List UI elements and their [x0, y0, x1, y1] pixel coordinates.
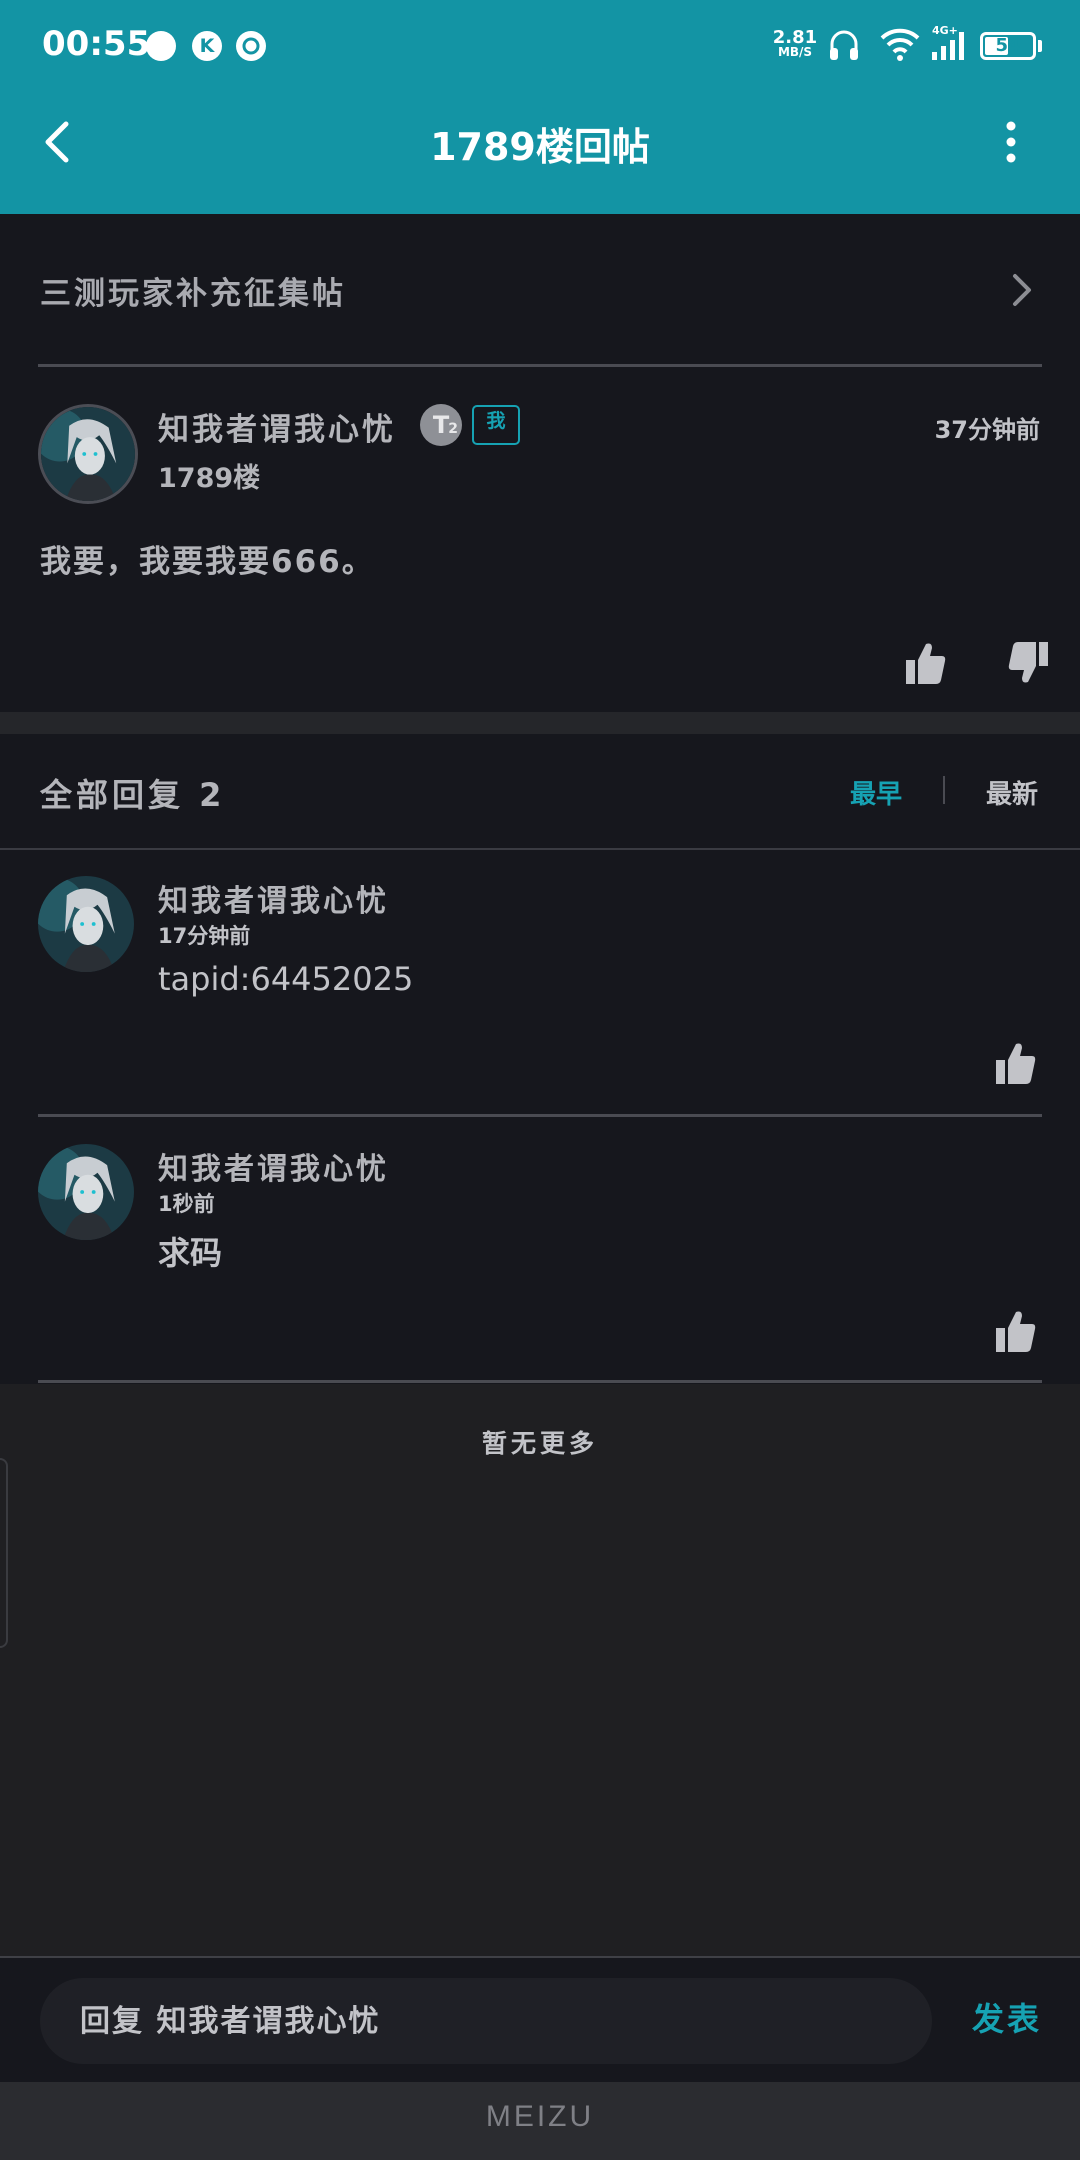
- reply-time: 17分钟前: [158, 924, 251, 948]
- me-tag: 我: [472, 405, 520, 445]
- avatar-image: [38, 1144, 134, 1240]
- thumbs-up-icon: [996, 1311, 1036, 1352]
- headphones-icon: [828, 28, 860, 68]
- like-button[interactable]: [904, 640, 948, 686]
- network-speed-unit: MB/S: [777, 45, 813, 59]
- post-content: 我要，我要我要666。: [40, 544, 375, 580]
- battery-level: 54: [995, 35, 1021, 56]
- level-badge: T2: [420, 404, 462, 446]
- thread-title: 三测玩家补充征集帖: [40, 276, 346, 312]
- replies-section: 全部回复 2 最早 最新 知我者谓我心忧 17分钟前 tapid:6445202…: [0, 734, 1080, 1384]
- thumbs-up-icon: [996, 1043, 1036, 1084]
- thumbs-down-icon: [1008, 642, 1048, 683]
- divider: [38, 364, 1042, 367]
- like-button[interactable]: [994, 1308, 1038, 1354]
- avatar-image: [38, 876, 134, 972]
- more-vertical-icon: [1006, 121, 1016, 163]
- no-more-text: 暂无更多: [481, 1429, 598, 1458]
- reply-author-name[interactable]: 知我者谓我心忧: [158, 1144, 389, 1188]
- edge-swipe-handle[interactable]: [0, 1458, 8, 1648]
- k-app-notification-icon: K: [192, 31, 222, 61]
- divider: [38, 1114, 1042, 1117]
- network-type-label: 4G+: [932, 24, 958, 37]
- divider: [38, 1380, 1042, 1383]
- brand-logo: MEIZU: [485, 2100, 595, 2133]
- dislike-button[interactable]: [1006, 640, 1050, 686]
- drop-notification-icon: [236, 31, 266, 61]
- floor-number: 1789楼: [158, 463, 261, 494]
- reply-text: 求码: [158, 1234, 223, 1272]
- publish-button[interactable]: 发表: [972, 1994, 1042, 2040]
- status-bar: 00:55 K 2.81 MB/S 4G+ 54: [0, 0, 1080, 92]
- chevron-right-icon: [1013, 274, 1031, 306]
- reply-author-name[interactable]: 知我者谓我心忧: [158, 876, 389, 920]
- chat-notification-icon: [146, 31, 176, 61]
- network-speed: 2.81 MB/S: [772, 27, 818, 60]
- device-brand-bar: MEIZU: [0, 2082, 1080, 2160]
- back-button[interactable]: [36, 116, 80, 168]
- level-badge-letter: T: [432, 411, 450, 439]
- sort-latest-tab[interactable]: 最新: [986, 774, 1038, 811]
- app-header: 00:55 K 2.81 MB/S 4G+ 54 1789楼回帖: [0, 0, 1080, 214]
- avatar[interactable]: [38, 1144, 134, 1240]
- page-title: 1789楼回帖: [430, 125, 650, 169]
- original-post-card: 三测玩家补充征集帖 知我者谓我心忧 T2 我 37分钟前 1789楼 我要，我要…: [0, 214, 1080, 712]
- chevron-left-icon: [45, 121, 69, 163]
- battery-icon: 54: [980, 32, 1036, 60]
- cellular-signal-icon: 4G+: [930, 24, 974, 66]
- reply-time: 1秒前: [158, 1192, 215, 1216]
- reply-input[interactable]: [40, 1978, 932, 2064]
- like-button[interactable]: [994, 1040, 1038, 1086]
- battery-tip: [1038, 40, 1042, 52]
- reply-text: tapid:64452025: [158, 960, 414, 998]
- network-speed-value: 2.81: [772, 27, 818, 48]
- avatar[interactable]: [38, 876, 134, 972]
- level-badge-number: 2: [448, 421, 458, 437]
- sort-separator: [943, 776, 945, 804]
- replies-count: 全部回复 2: [40, 776, 226, 814]
- divider: [0, 848, 1080, 850]
- more-options-button[interactable]: [996, 118, 1026, 168]
- reply-composer: 发表: [0, 1956, 1080, 2082]
- wifi-icon: [878, 26, 922, 66]
- section-separator: [0, 712, 1080, 734]
- post-author-name[interactable]: 知我者谓我心忧: [158, 404, 396, 449]
- avatar[interactable]: [38, 404, 138, 504]
- sort-earliest-tab[interactable]: 最早: [850, 774, 902, 811]
- post-time: 37分钟前: [934, 416, 1040, 444]
- thumbs-up-icon: [906, 643, 946, 684]
- avatar-image: [41, 407, 135, 501]
- status-time: 00:55: [42, 24, 151, 64]
